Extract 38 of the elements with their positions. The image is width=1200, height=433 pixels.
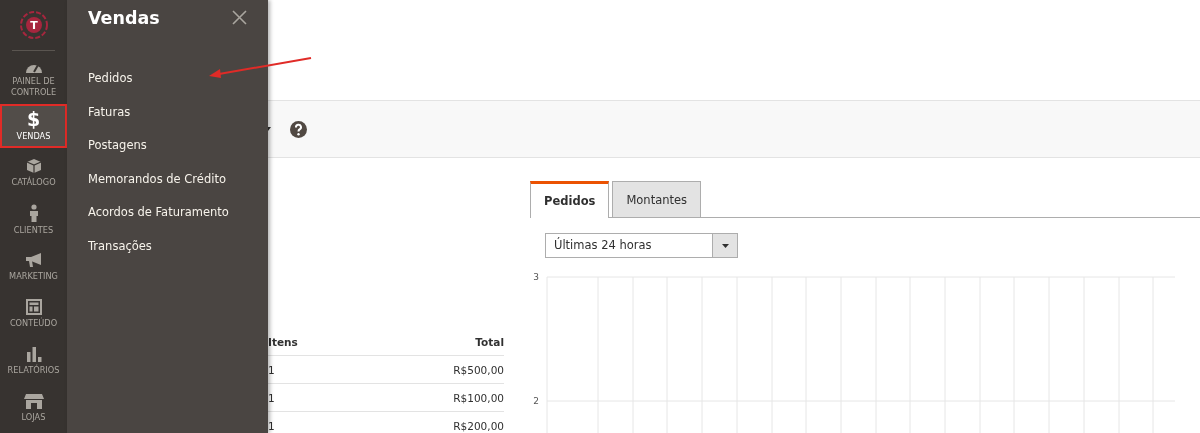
menu-item[interactable]: Postagens: [88, 136, 229, 170]
table-cell-text: R$500,00: [452, 363, 504, 376]
menu-item[interactable]: Transações: [88, 236, 229, 270]
dollar-icon: $: [26, 110, 41, 128]
table-cell-text: 1: [268, 363, 276, 376]
y-tick-label: 3: [533, 272, 539, 282]
store-icon: [23, 393, 44, 409]
caret-icon: [721, 243, 729, 248]
nav-item[interactable]: $ VENDAS: [0, 104, 67, 148]
nav-item[interactable]: MARKETING: [0, 245, 67, 289]
menu-item[interactable]: Acordos de Faturamento: [88, 203, 229, 237]
bar-chart-icon: [25, 346, 42, 362]
logo-icon[interactable]: T: [18, 10, 49, 40]
nav-item[interactable]: CATÁLOGO: [0, 151, 67, 195]
box-icon: [25, 158, 42, 174]
table-cell-text: 1: [268, 391, 276, 404]
table-cell-text: 1: [268, 419, 276, 432]
menu-item[interactable]: Faturas: [88, 102, 229, 136]
layout-icon: [25, 299, 42, 315]
nav-item[interactable]: LOJAS: [0, 386, 67, 430]
menu-item[interactable]: Memorandos de Crédito: [88, 169, 229, 203]
help-icon[interactable]: [290, 120, 307, 138]
nav-item[interactable]: CLIENTES: [0, 198, 67, 242]
table-cell-text: R$200,00: [452, 419, 504, 432]
tab[interactable]: Montantes: [612, 181, 702, 217]
menu-item[interactable]: Pedidos: [88, 69, 229, 103]
nav-item[interactable]: PAINEL DE CONTROLE: [0, 57, 67, 101]
tab[interactable]: Pedidos: [530, 181, 610, 218]
table-cell-text: R$100,00: [452, 391, 504, 404]
panel-title: Vendas: [88, 8, 160, 28]
nav-item[interactable]: CONTEÚDO: [0, 292, 67, 336]
megaphone-icon: [24, 252, 43, 268]
person-icon: [28, 204, 39, 222]
column-header: Total: [474, 335, 504, 348]
column-header: Itens: [268, 335, 299, 348]
nav-item[interactable]: RELATÓRIOS: [0, 339, 67, 383]
period-select[interactable]: Últimas 24 horas: [545, 233, 738, 258]
y-tick-label: 2: [533, 396, 539, 406]
